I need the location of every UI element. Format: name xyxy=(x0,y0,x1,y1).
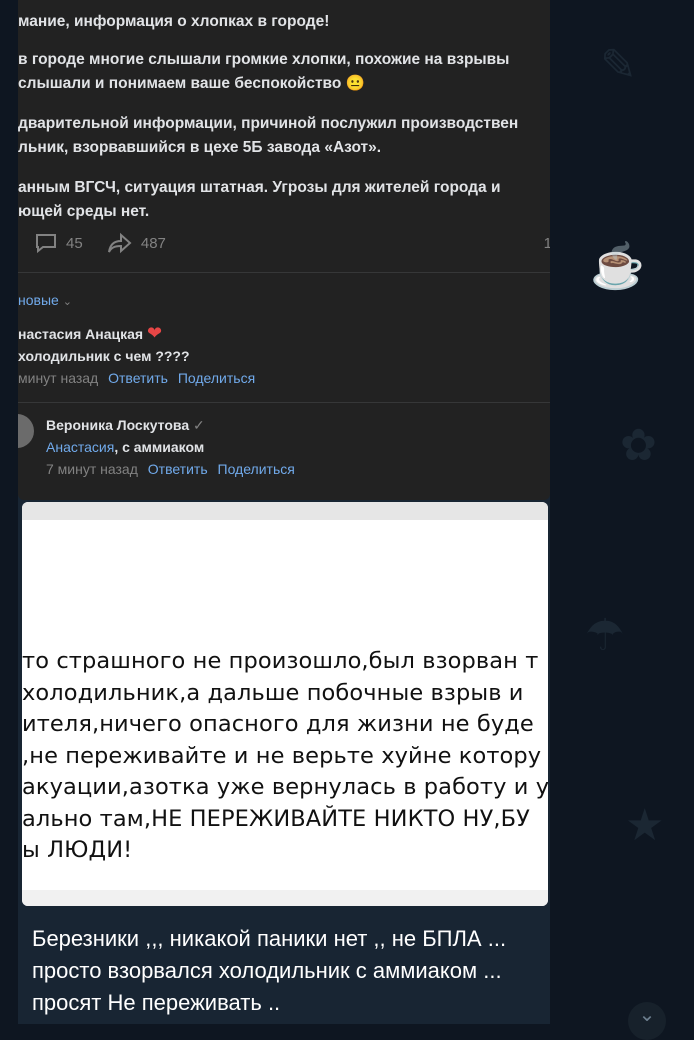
reply-button[interactable]: Ответить xyxy=(148,461,208,477)
views-counter: 1 xyxy=(543,235,550,252)
comment-text: , с аммиаком xyxy=(114,439,205,455)
comment: настасия Анацкая ❤ холодильник с чем ????… xyxy=(18,322,255,389)
photo-line: холодильник,а дальше побочные взрыв и xyxy=(22,679,524,706)
post-line: льник, взорвавшийся в цехе 5Б завода «Аз… xyxy=(18,139,382,156)
avatar[interactable] xyxy=(18,414,34,448)
reply-button[interactable]: Ответить xyxy=(108,370,168,386)
comment-time: 7 минут назад xyxy=(46,461,138,477)
comment-author[interactable]: настасия Анацкая xyxy=(18,326,143,342)
post-text: мание, информация о хлопках в городе! в … xyxy=(18,10,550,240)
photo-line: акуации,азотка уже вернулась в работу и … xyxy=(22,774,548,800)
comment-author[interactable]: Вероника Лоскутова xyxy=(46,417,189,433)
comment-icon xyxy=(36,234,56,254)
post-line: дварительной информации, причиной послуж… xyxy=(18,115,519,132)
background-doodle: ✿ xyxy=(620,421,657,470)
mention-link[interactable]: Анастасия xyxy=(46,439,114,455)
photo-text: то страшного не произошло,был взорван т … xyxy=(22,646,548,867)
background-doodle: ☕ xyxy=(590,242,645,291)
comment-text: холодильник с чем ???? xyxy=(18,348,190,364)
post-line: в городе многие слышали громкие хлопки, … xyxy=(18,51,510,68)
background-doodle: ★ xyxy=(625,801,665,850)
share-button[interactable]: Поделиться xyxy=(218,461,295,477)
photo-line: то страшного не произошло,был взорван т xyxy=(22,648,539,674)
sort-new-dropdown[interactable]: новые ⌄ xyxy=(18,292,72,308)
post-actions: 45 487 xyxy=(34,232,186,258)
photo-top-band xyxy=(22,502,548,520)
divider xyxy=(18,272,550,273)
divider xyxy=(18,402,550,403)
comments-counter[interactable]: 45 xyxy=(34,232,83,254)
background-doodle: ✎ xyxy=(600,41,637,90)
vk-post-screenshot: мание, информация о хлопках в городе! в … xyxy=(18,0,550,500)
message-photo[interactable]: то страшного не произошло,был взорван т … xyxy=(22,502,548,906)
photo-line: ы ЛЮДИ! xyxy=(22,837,133,863)
verified-icon: ✓ xyxy=(193,417,205,433)
scroll-down-button[interactable]: ⌄ xyxy=(628,1002,666,1040)
photo-line: ,не переживайте и не верьте хуйне котору xyxy=(22,742,542,769)
comment: Вероника Лоскутова ✓ Анастасия, с аммиак… xyxy=(46,414,295,480)
chevron-down-icon: ⌄ xyxy=(638,1004,656,1026)
comment-time: минут назад xyxy=(18,370,99,386)
post-line: слышали и понимаем ваше беспокойство 😐 xyxy=(18,75,365,92)
share-counter[interactable]: 487 xyxy=(107,232,166,254)
heart-icon: ❤ xyxy=(147,323,163,343)
message-caption: Березники ,,, никакой паники нет ,, не Б… xyxy=(32,926,507,1015)
message-bubble: мание, информация о хлопках в городе! в … xyxy=(18,0,550,1024)
post-line: анным ВГСЧ, ситуация штатная. Угрозы для… xyxy=(18,179,501,196)
post-line: ющей среды нет. xyxy=(18,203,150,220)
share-button[interactable]: Поделиться xyxy=(178,370,255,386)
share-icon xyxy=(107,232,132,254)
chevron-down-icon: ⌄ xyxy=(62,296,72,308)
photo-line: ально там,НЕ ПЕРЕЖИВАЙТЕ НИКТО НУ,БУ xyxy=(22,805,530,832)
background-doodle: ☂ xyxy=(585,611,625,660)
post-line: мание, информация о хлопках в городе! xyxy=(18,13,330,30)
photo-bottom-band xyxy=(22,890,548,906)
photo-line: ителя,ничего опасного для жизни не буде xyxy=(22,711,534,737)
